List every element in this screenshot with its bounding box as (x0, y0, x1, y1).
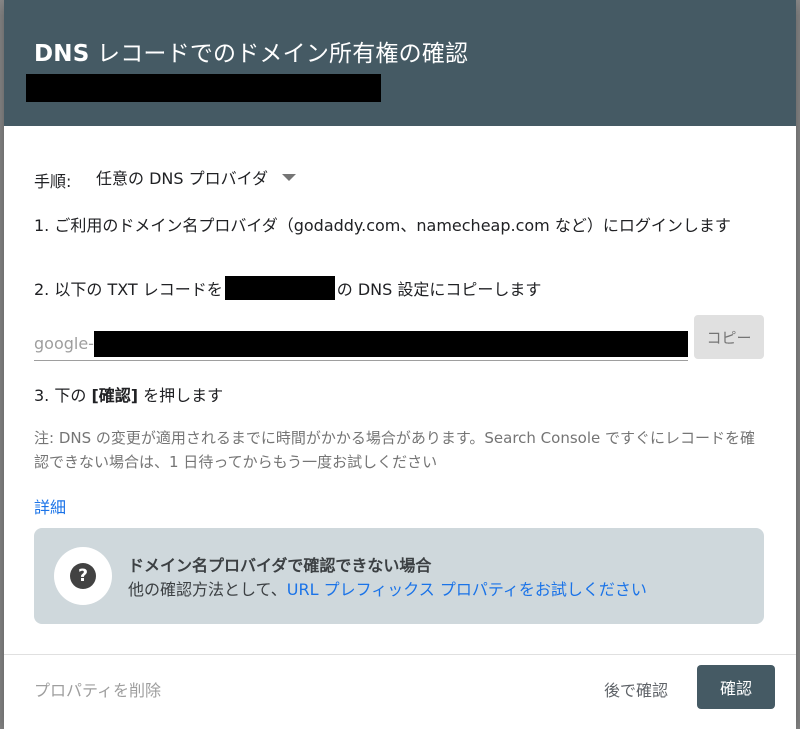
step-3-text: 3. 下の [確認] を押します (34, 382, 223, 406)
url-prefix-property-link[interactable]: URL プレフィックス プロパティをお試しください (287, 580, 647, 599)
dialog-body: 手順: 任意の DNS プロバイダ 1. ご利用のドメイン名プロバイダ（goda… (4, 126, 796, 654)
txt-record-field[interactable]: google- (34, 326, 688, 361)
alternate-method-box: ? ドメイン名プロバイダで確認できない場合 他の確認方法として、URL プレフィ… (34, 528, 764, 624)
txt-record-prefix: google- (34, 334, 94, 353)
verify-dialog: DNS レコードでのドメイン所有権の確認 手順: 任意の DNS プロバイダ 1… (4, 0, 796, 729)
details-link[interactable]: 詳細 (34, 494, 66, 518)
verify-button[interactable]: 確認 (697, 665, 775, 709)
alternate-method-text-lead: 他の確認方法として、 (128, 580, 287, 599)
redacted-domain-inline (224, 276, 335, 300)
step-3-before: 3. 下の (34, 386, 92, 405)
copy-button[interactable]: コピー (694, 315, 764, 359)
step-3-after: を押します (138, 386, 224, 405)
alternate-method-text: 他の確認方法として、URL プレフィックス プロパティをお試しください (128, 576, 647, 600)
delete-property-button[interactable]: プロパティを削除 (34, 677, 161, 701)
step-1-text: 1. ご利用のドメイン名プロバイダ（godaddy.com、namecheap.… (34, 216, 731, 235)
redacted-domain (26, 74, 381, 102)
step-2-after: の DNS 設定にコピーします (336, 280, 542, 299)
dialog-header: DNS レコードでのドメイン所有権の確認 (4, 0, 796, 126)
provider-dropdown[interactable]: 任意の DNS プロバイダ (96, 164, 296, 190)
dns-note: 注: DNS の変更が適用されるまでに時間がかかる場合があります。Search … (34, 429, 756, 471)
dialog-title-rest: レコードでのドメイン所有権の確認 (89, 41, 469, 67)
help-circle-icon: ? (54, 547, 112, 605)
step-3-bold: [確認] (91, 386, 139, 405)
dialog-title: DNS レコードでのドメイン所有権の確認 (34, 34, 468, 68)
dropdown-arrow-icon (281, 173, 296, 181)
provider-dropdown-value: 任意の DNS プロバイダ (96, 169, 268, 188)
dialog-title-bold: DNS (34, 41, 90, 67)
procedure-label: 手順: (34, 172, 72, 191)
alternate-method-title: ドメイン名プロバイダで確認できない場合 (128, 556, 432, 575)
step-2-before: 2. 以下の TXT レコードを (34, 280, 223, 299)
step-2-text: 2. 以下の TXT レコードを の DNS 設定にコピーします (34, 276, 541, 300)
redacted-txt-record (94, 331, 688, 357)
verify-later-button[interactable]: 後で確認 (604, 677, 668, 701)
dialog-footer: プロパティを削除 後で確認 確認 (4, 654, 796, 729)
question-mark-icon: ? (70, 563, 96, 589)
